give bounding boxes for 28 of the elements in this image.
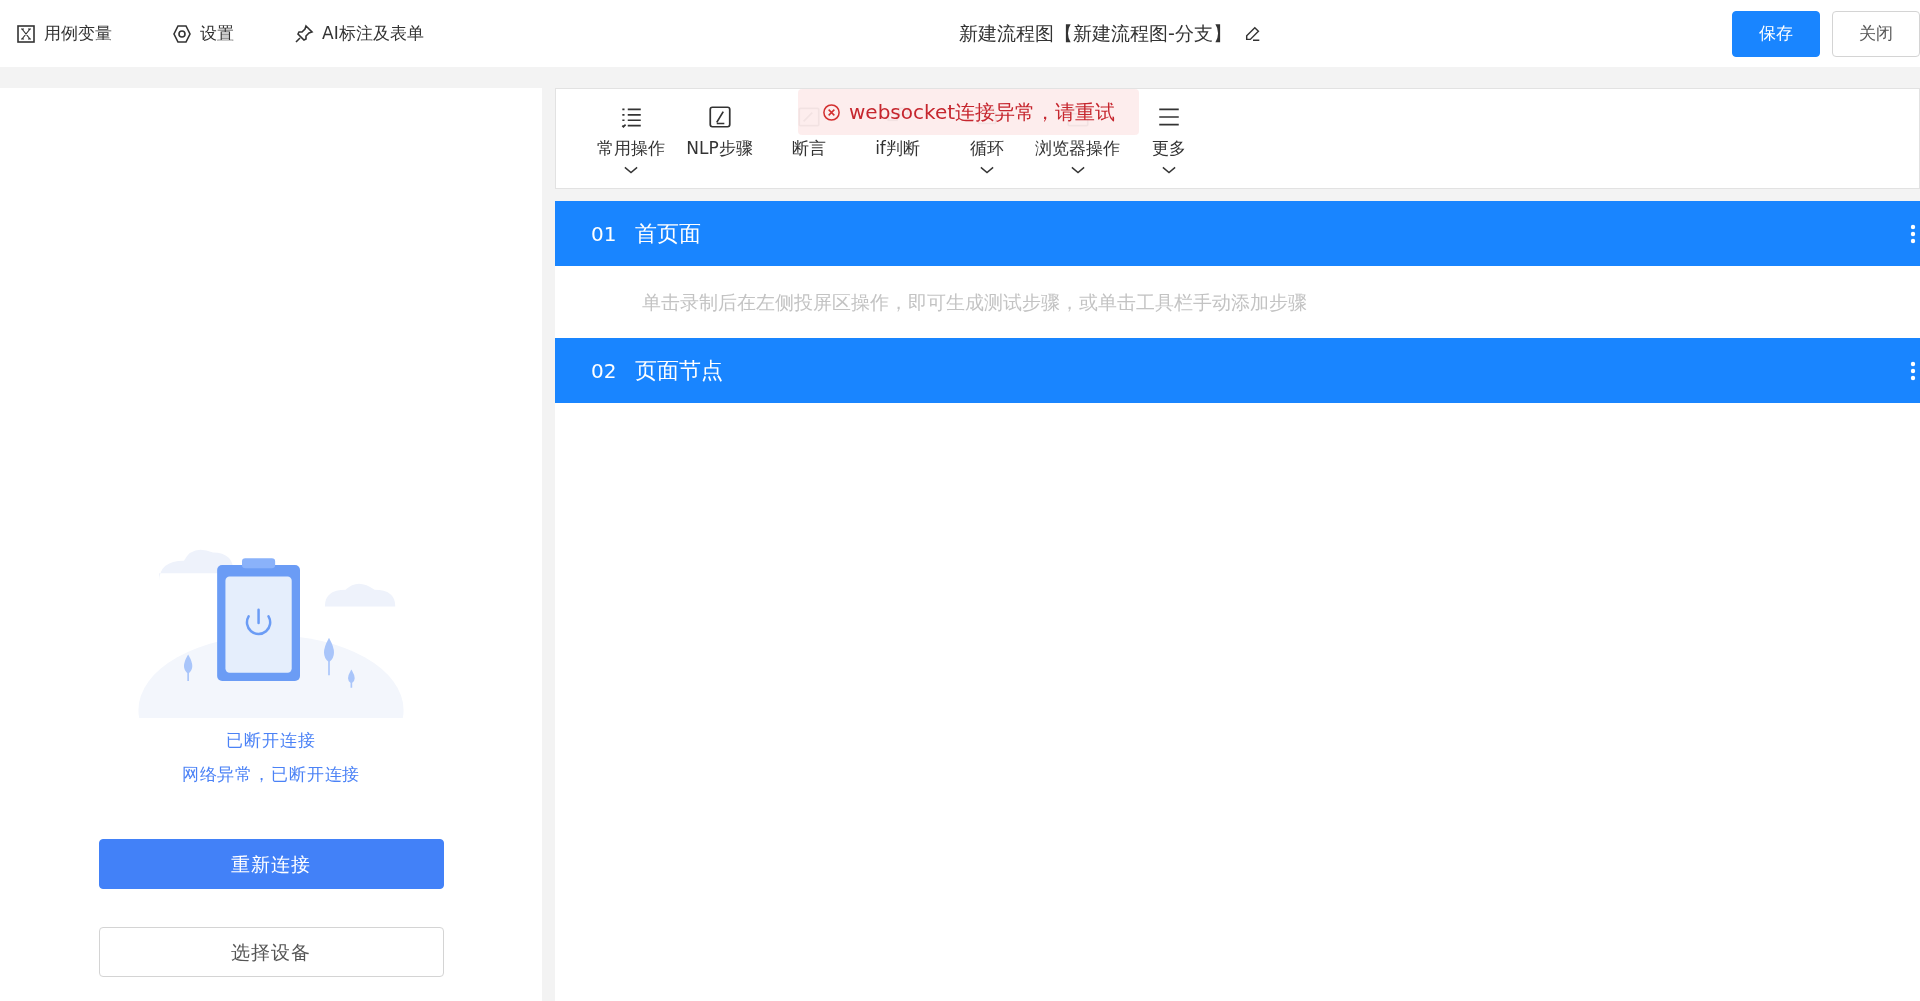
page-number: 02 [591,357,618,385]
select-device-button[interactable]: 选择设备 [98,927,444,977]
reconnect-button[interactable]: 重新连接 [98,839,444,889]
more-vertical-icon[interactable] [1910,360,1916,381]
status-message: 网络异常，已断开连接 [181,762,361,786]
empty-hint: 单击录制后在左侧投屏区操作，即可生成测试步骤，或单击工具栏手动添加步骤 [642,289,1307,315]
toolbar-link[interactable]: 用例变量 [16,20,112,47]
page-title: 首页面 [635,220,702,248]
toolbar-link[interactable]: AI标注及表单 [294,20,424,47]
pin-icon [294,23,314,44]
toolbar-link[interactable]: 设置 [172,20,234,47]
page-header[interactable]: 01 首页面 [555,201,1920,266]
flow-title: 新建流程图【新建流程图-分支】 [959,21,1232,47]
edit-icon[interactable] [1243,24,1262,43]
close-button[interactable]: 关闭 [1832,10,1920,57]
variable-icon [16,23,36,44]
status-title: 已断开连接 [226,729,316,752]
hexagon-gear-icon [172,23,192,44]
more-vertical-icon[interactable] [1910,223,1916,244]
page-number: 01 [591,220,618,248]
page-header[interactable]: 02 页面节点 [555,338,1920,403]
page-title: 页面节点 [635,357,724,385]
toolbar-item[interactable]: 常用操作 [586,104,675,174]
edit-box-icon [706,104,733,130]
save-button[interactable]: 保存 [1732,10,1820,57]
error-toast: websocket连接异常，请重试 [798,89,1140,135]
error-icon [822,102,841,122]
toolbar-item[interactable]: NLP步骤 [675,104,764,162]
